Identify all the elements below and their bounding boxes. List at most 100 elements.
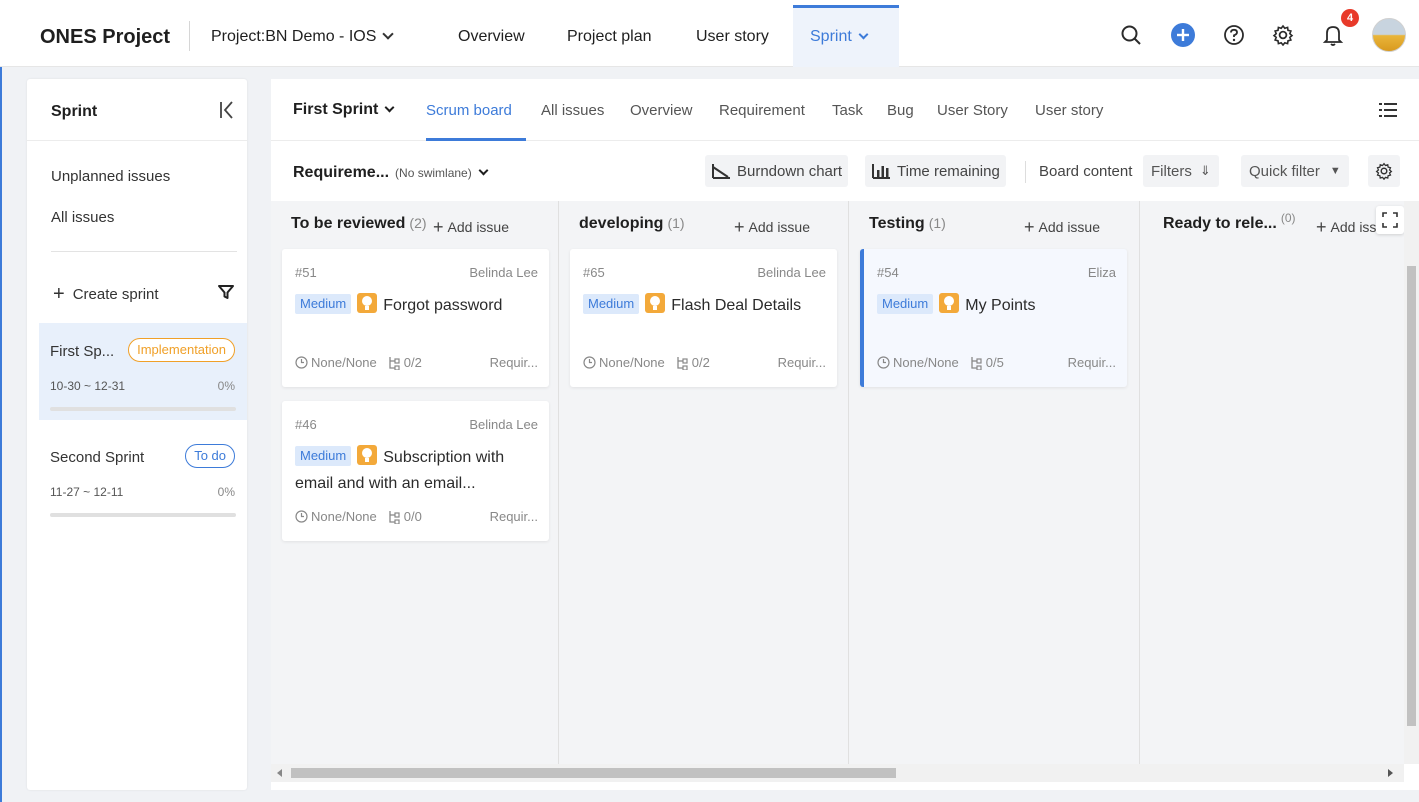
board-column-to-be-reviewed: To be reviewed (2) + Add issue #51 Belinda…	[271, 201, 559, 764]
time-remaining-button[interactable]: Time remaining	[865, 155, 1006, 187]
scroll-left-arrow[interactable]	[277, 769, 282, 777]
scrollbar-thumb[interactable]	[291, 768, 896, 778]
tab-overview[interactable]: Overview	[630, 102, 693, 119]
scrum-board: To be reviewed (2) + Add issue #51 Belinda…	[271, 201, 1419, 764]
plus-icon: +	[734, 217, 745, 237]
add-issue-button[interactable]: + Add issue	[433, 216, 509, 237]
issue-number: #51	[295, 265, 317, 280]
sprint-dates: 11-27 ~ 12-11	[50, 485, 124, 499]
clock-icon	[295, 510, 308, 523]
filter-icon[interactable]	[217, 283, 235, 301]
divider	[51, 251, 237, 252]
priority-badge: Medium	[295, 446, 352, 466]
menu-list-icon[interactable]	[1378, 101, 1398, 119]
priority-badge: Medium	[295, 294, 352, 314]
tab-overview[interactable]: Overview	[458, 28, 525, 46]
brand-title[interactable]: ONES Project	[40, 26, 170, 49]
status-badge: To do	[185, 444, 235, 468]
quick-filter-label: Quick filter	[1249, 162, 1320, 180]
requirement-bulb-icon	[357, 445, 378, 465]
chevron-down-icon	[858, 29, 869, 40]
create-sprint-button[interactable]: + Create sprint	[53, 283, 159, 306]
issue-card[interactable]: #65 Belinda Lee Medium Flash Deal Details…	[570, 249, 837, 387]
column-header: Testing (1) + Add issue	[849, 201, 1139, 245]
search-icon[interactable]	[1118, 22, 1144, 48]
help-icon[interactable]	[1221, 22, 1247, 48]
scrollbar-thumb[interactable]	[1407, 266, 1416, 726]
requirement-bulb-icon	[357, 293, 378, 313]
vertical-scrollbar[interactable]	[1404, 201, 1419, 764]
gear-icon[interactable]	[1270, 22, 1296, 48]
tab-task[interactable]: Task	[832, 102, 863, 119]
plus-icon: +	[53, 283, 65, 305]
issue-card[interactable]: #51 Belinda Lee Medium Forgot password No…	[282, 249, 549, 387]
issue-title: Forgot password	[383, 297, 503, 314]
filters-button[interactable]: Filters ⇓	[1143, 155, 1219, 187]
sprint-progress-bar	[50, 513, 236, 517]
tab-user-story[interactable]: User story	[696, 28, 769, 46]
horizontal-scrollbar[interactable]	[271, 764, 1404, 782]
sprint-item-first[interactable]: First Sp... Implementation 10-30 ~ 12-31…	[39, 323, 247, 420]
column-title-text: Testing	[869, 215, 925, 232]
column-count: (0)	[1280, 211, 1296, 225]
fullscreen-expand-icon[interactable]	[1376, 206, 1404, 234]
sprint-item-second[interactable]: Second Sprint To do 11-27 ~ 12-11 0%	[39, 429, 247, 526]
issue-card[interactable]: #54 Eliza Medium My Points None/None 0/5 …	[860, 249, 1127, 387]
group-by-selector[interactable]: Requireme... (No swimlane)	[293, 164, 489, 182]
issue-card[interactable]: #46 Belinda Lee Medium Subscription with …	[282, 401, 549, 541]
priority-badge: Medium	[877, 294, 934, 314]
sidebar-title: Sprint	[51, 103, 98, 120]
scroll-right-arrow[interactable]	[1388, 769, 1393, 777]
tab-user-story-1[interactable]: User Story	[937, 102, 1008, 119]
sprint-sidebar: Sprint Unplanned issues All issues + Crea…	[27, 79, 247, 790]
burndown-icon	[712, 164, 730, 179]
divider	[1025, 161, 1026, 183]
issue-footer: None/None 0/0	[295, 509, 432, 524]
add-issue-button[interactable]: + Add issu	[1316, 216, 1384, 237]
tab-project-plan[interactable]: Project plan	[567, 28, 652, 46]
plus-icon: +	[1024, 217, 1035, 237]
column-title: Testing (1)	[869, 215, 946, 233]
board-toolbar: Requireme... (No swimlane) Burndown chart…	[271, 141, 1419, 201]
plus-icon: +	[433, 217, 444, 237]
tab-user-story-2[interactable]: User story	[1035, 102, 1103, 119]
board-content-label[interactable]: Board content	[1039, 163, 1132, 180]
double-chevron-icon: ⇓	[1199, 163, 1211, 178]
bell-icon[interactable]	[1320, 22, 1346, 48]
column-title-text: Ready to rele...	[1163, 215, 1277, 232]
issue-number: #46	[295, 417, 317, 432]
issue-footer: None/None 0/2	[295, 355, 432, 370]
clock-icon	[295, 356, 308, 369]
main-panel: First Sprint Scrum board All issues Over…	[271, 79, 1419, 790]
burndown-chart-button[interactable]: Burndown chart	[705, 155, 849, 187]
avatar[interactable]	[1372, 18, 1406, 52]
column-count: (1)	[667, 215, 685, 231]
top-navigation: ONES Project Project:BN Demo - IOS Overv…	[0, 0, 1419, 67]
board-settings-gear-icon[interactable]	[1368, 155, 1400, 187]
sprint-name: First Sp...	[50, 343, 115, 360]
issue-type: Requir...	[489, 509, 538, 524]
tab-bug[interactable]: Bug	[887, 102, 914, 119]
quick-filter-select[interactable]: Quick filter ▼	[1241, 155, 1349, 187]
tab-sprint[interactable]: Sprint	[810, 28, 869, 46]
tab-sprint-label: Sprint	[810, 28, 852, 45]
add-issue-button[interactable]: + Add issue	[734, 216, 810, 237]
sprint-selector[interactable]: First Sprint	[293, 101, 395, 119]
tab-all-issues[interactable]: All issues	[541, 102, 604, 119]
project-selector[interactable]: Project:BN Demo - IOS	[211, 28, 395, 46]
add-issue-label: Add issue	[748, 219, 810, 235]
issue-assignee: Eliza	[1087, 265, 1116, 280]
column-header: To be reviewed (2) + Add issue	[271, 201, 558, 245]
filters-label: Filters	[1151, 162, 1192, 180]
tab-requirement[interactable]: Requirement	[719, 102, 805, 119]
chevron-down-icon	[384, 102, 395, 113]
subtask-count: 0/0	[403, 509, 422, 524]
sidebar-item-all-issues[interactable]: All issues	[51, 209, 114, 226]
issue-footer: None/None 0/2	[583, 355, 720, 370]
plus-circle-icon[interactable]	[1170, 22, 1196, 48]
tab-scrum-board[interactable]: Scrum board	[426, 102, 512, 119]
sidebar-item-unplanned-issues[interactable]: Unplanned issues	[51, 168, 170, 185]
add-issue-label: Add issue	[1038, 219, 1100, 235]
add-issue-button[interactable]: + Add issue	[1024, 216, 1100, 237]
collapse-icon[interactable]	[217, 99, 237, 121]
